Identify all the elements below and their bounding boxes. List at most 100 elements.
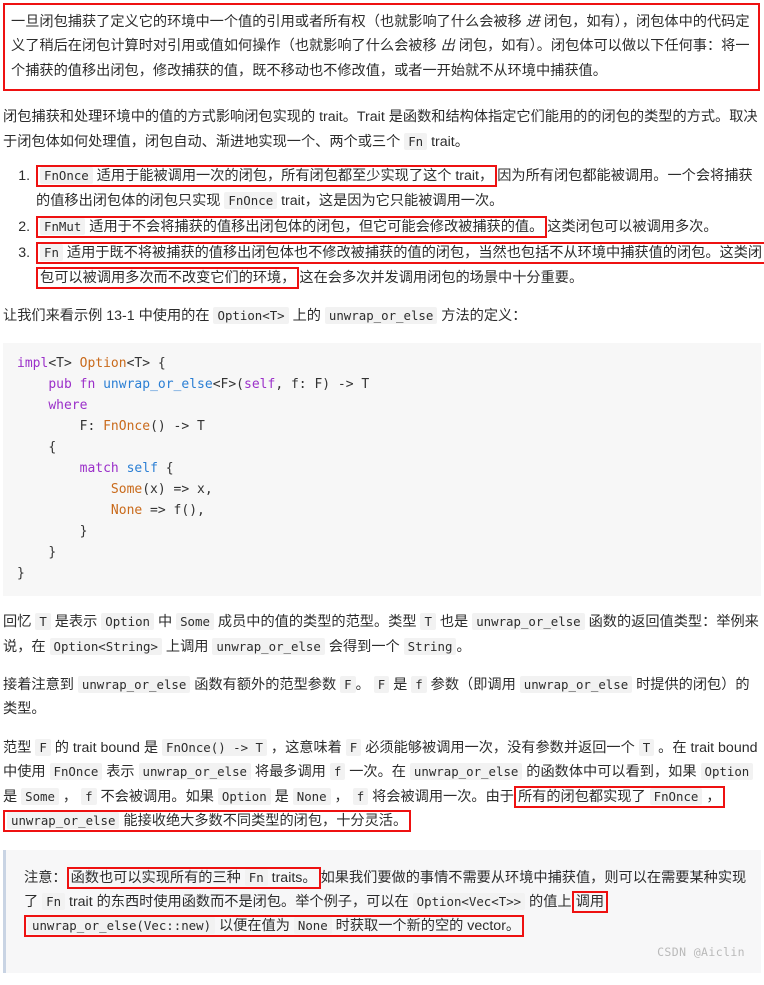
inline-code-none: None	[292, 787, 331, 805]
bound-t3: ，这意味着	[266, 739, 346, 756]
intro-emphasis-out: 出	[440, 38, 455, 55]
inline-code-unwrap-3: unwrap_or_else	[212, 637, 325, 655]
note-mid-c: 的值上	[525, 893, 572, 910]
bound-t6: 表示	[102, 764, 139, 781]
bound-t1: 范型	[3, 739, 36, 756]
note-hl2-a: 调用	[575, 893, 605, 910]
inline-code-option-string: Option<String>	[49, 637, 162, 655]
inline-code-none-2: None	[293, 917, 332, 935]
recall-t8: 会得到一个	[324, 638, 404, 655]
bound-hl-a: 所有的闭包都实现了	[517, 788, 650, 805]
list-item: Fn 适用于既不将被捕获的值移出闭包体也不修改被捕获的值的闭包，当然也包括不从环…	[34, 241, 764, 290]
inline-code-fnonce: FnOnce	[40, 167, 93, 185]
recall-t2: 是表示	[50, 614, 102, 631]
inline-code-unwrap-6: unwrap_or_else	[138, 763, 251, 781]
recall-t3: 中	[154, 614, 177, 631]
bound-t9: 的函数体中可以看到，如果	[522, 764, 701, 781]
fnonce-rest-b: trait，这是因为它只能被调用一次。	[277, 192, 504, 209]
fnmut-highlight-text: 适用于不会将捕获的值移出闭包体的闭包，但它可能会修改被捕获的值。	[89, 218, 544, 235]
note-hl2-b: 以便在值为	[215, 918, 294, 935]
bound-t15: 将会被调用一次。由于	[368, 788, 514, 805]
note-paragraph: 注意： 函数也可以实现所有的三种 Fn traits。 如果我们要做的事情不需要从环…	[24, 866, 749, 939]
inline-code-f-3: F	[35, 738, 51, 756]
trait-intro-text-1: 闭包捕获和处理环境中的值的方式影响闭包实现的 trait。Trait 是函数和结…	[3, 109, 758, 150]
inline-code-unwrap-vec-new: unwrap_or_else(Vec::new)	[28, 917, 216, 935]
inline-code-fnonce-sig: FnOnce() -> T	[161, 738, 267, 756]
recall-t1: 回忆	[3, 614, 36, 631]
generic-t5: 参数（即调用	[426, 677, 520, 693]
example-text-3: 方法的定义：	[437, 308, 527, 325]
inline-code-unwrap-5: unwrap_or_else	[519, 676, 633, 693]
fnonce-highlight-text: 适用于能被调用一次的闭包，所有闭包都至少实现了这个 trait，	[96, 168, 494, 185]
inline-code-unwrap-4: unwrap_or_else	[77, 676, 191, 693]
inline-code-option: Option	[101, 613, 155, 631]
generic-t3: 。	[355, 677, 374, 693]
annotated-highlight-fn-traits: 函数也可以实现所有的三种 Fn traits。	[66, 866, 321, 889]
inline-code-string: String	[403, 637, 457, 655]
paragraph-recall-generic: 回忆 T 是表示 Option 中 Some 成员中的值的类型的范型。类型 T …	[3, 610, 760, 659]
inline-code-f-lower-4: f	[352, 787, 369, 805]
fn-rest-a: 这在会多次并发调用闭包的场景中十分重要。	[299, 269, 584, 286]
inline-code-t-2: T	[420, 613, 436, 631]
inline-code-unwrap-2: unwrap_or_else	[472, 613, 585, 631]
paragraph-trait-intro: 闭包捕获和处理环境中的值的方式影响闭包实现的 trait。Trait 是函数和结…	[3, 105, 760, 154]
recall-t4: 成员中的值的类型的范型。类型	[213, 614, 421, 631]
note-hl1-a: 函数也可以实现所有的三种	[70, 869, 245, 886]
bound-t11: ，	[58, 788, 82, 805]
recall-t5: 也是	[435, 614, 473, 631]
bound-hl-c: 能接收绝大多数不同类型的闭包，十分灵活。	[119, 813, 408, 830]
inline-code-option-t: Option<T>	[213, 307, 289, 325]
bound-t14: ，	[330, 788, 353, 805]
bound-t12: 不会被调用。如果	[96, 788, 218, 805]
inline-code-option-2: Option	[700, 763, 754, 781]
generic-t2: 函数有额外的范型参数	[190, 677, 341, 693]
inline-code-option-vec-t: Option<Vec<T>>	[412, 892, 526, 910]
generic-t4: 是	[389, 677, 412, 693]
generic-t1: 接着注意到	[3, 677, 78, 693]
bound-t13: 是	[270, 788, 293, 805]
inline-code-f-lower-2: f	[329, 763, 346, 781]
intro-text-1: 一旦闭包捕获了定义它的环境中一个值的引用或者所有权（也就影响了什么会被移	[11, 14, 526, 30]
inline-code-fn-note: Fn	[244, 868, 268, 886]
note-mid-b: trait 的东西时使用函数而不是闭包。举个例子，可以在	[65, 893, 413, 910]
fn-trait-list: FnOnce 适用于能被调用一次的闭包，所有闭包都至少实现了这个 trait，因…	[0, 164, 764, 290]
bound-t7: 将最多调用	[250, 764, 330, 781]
inline-code-f-lower: f	[411, 676, 427, 693]
list-item: FnMut 适用于不会将捕获的值移出闭包体的闭包，但它可能会修改被捕获的值。这类…	[34, 215, 764, 239]
bound-t4: 必须能够被调用一次，没有参数并返回一个	[361, 739, 639, 756]
note-blockquote: 注意： 函数也可以实现所有的三种 Fn traits。 如果我们要做的事情不需要从环…	[3, 849, 761, 973]
watermark-csdn: CSDN @Aiclin	[657, 944, 745, 959]
annotated-paragraph-intro: 一旦闭包捕获了定义它的环境中一个值的引用或者所有权（也就影响了什么会被移 进 闭…	[3, 3, 760, 92]
paragraph-trait-bound: 范型 F 的 trait bound 是 FnOnce() -> T ，这意味着…	[3, 736, 760, 834]
recall-t7: 上调用	[161, 638, 213, 655]
list-item: FnOnce 适用于能被调用一次的闭包，所有闭包都至少实现了这个 trait，因…	[34, 164, 764, 213]
bound-t8: 一次。在	[345, 764, 410, 781]
inline-code-fnonce-3: FnOnce	[49, 763, 103, 781]
intro-emphasis-in: 进	[525, 14, 540, 30]
bound-hl-b: ，	[702, 788, 721, 805]
inline-code-fn-note-2: Fn	[42, 892, 66, 910]
bound-t10: 是	[3, 788, 22, 805]
inline-code-unwrap-8: unwrap_or_else	[7, 812, 120, 830]
inline-code-fnonce-4: FnOnce	[649, 787, 703, 805]
bound-t2: 的 trait bound 是	[50, 739, 162, 756]
inline-code-f-2: F	[373, 676, 390, 693]
example-text-2: 上的	[288, 308, 325, 325]
inline-code-fnmut: FnMut	[40, 217, 86, 235]
paragraph-example-lead: 让我们来看示例 13-1 中使用的在 Option<T> 上的 unwrap_o…	[3, 304, 760, 328]
note-hl1-b: traits。	[267, 869, 317, 886]
inline-code-t: T	[35, 613, 51, 631]
inline-code-f-lower-3: f	[81, 787, 97, 805]
inline-code-option-3: Option	[217, 787, 271, 805]
trait-intro-text-2: trait。	[427, 133, 469, 150]
note-label: 注意：	[24, 869, 67, 886]
paragraph-generic-param: 接着注意到 unwrap_or_else 函数有额外的范型参数 F。 F 是 f…	[3, 673, 760, 722]
annotated-highlight-fnmut: FnMut 适用于不会将捕获的值移出闭包体的闭包，但它可能会修改被捕获的值。	[36, 215, 548, 238]
inline-code-unwrap-7: unwrap_or_else	[409, 763, 523, 781]
inline-code-some: Some	[176, 613, 214, 631]
inline-code-some-2: Some	[21, 787, 59, 805]
code-block-rust: impl<T> Option<T> { pub fn unwrap_or_els…	[3, 342, 761, 597]
article-page: 一旦闭包捕获了定义它的环境中一个值的引用或者所有权（也就影响了什么会被移 进 闭…	[0, 3, 764, 985]
inline-code-unwrap-or-else: unwrap_or_else	[324, 307, 438, 325]
annotated-highlight-fnonce: FnOnce 适用于能被调用一次的闭包，所有闭包都至少实现了这个 trait，	[36, 165, 498, 188]
